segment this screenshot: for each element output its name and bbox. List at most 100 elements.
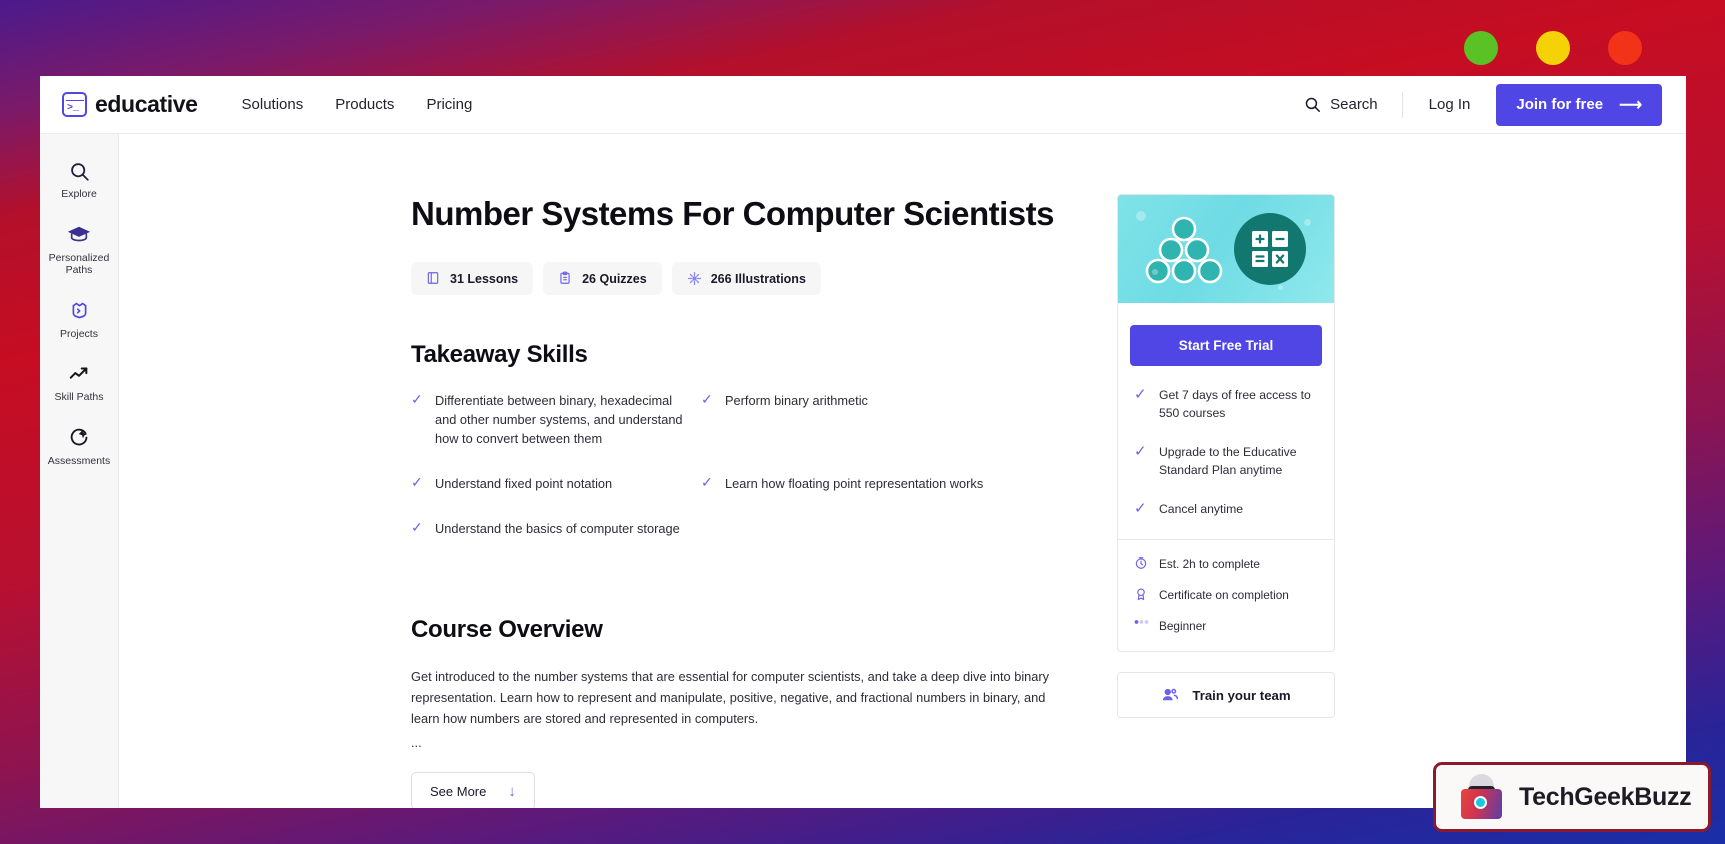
course-main-column: Number Systems For Computer Scientists 3… [411,194,1071,808]
trial-card: Start Free Trial ✓ Get 7 days of free ac… [1117,194,1335,652]
search-icon [67,159,91,183]
perk-item: ✓ Get 7 days of free access to 550 cours… [1118,386,1334,422]
meta-certificate: Certificate on completion [1134,587,1320,602]
sidebar-label-skill-paths: Skill Paths [54,391,104,403]
perk-item: ✓ Cancel anytime [1118,500,1334,518]
login-button[interactable]: Log In [1403,96,1497,113]
illustration-icon [687,271,702,286]
meta-level: Beginner [1134,618,1320,633]
stat-quizzes-value: 26 Quizzes [582,271,647,286]
window-body: Explore Personalized Paths Projects Skil… [40,134,1686,808]
stat-lessons: 31 Lessons [411,262,534,295]
meta-duration: Est. 2h to complete [1134,556,1320,571]
nav-right-group: Search Log In Join for free ⟶ [1304,83,1686,126]
arrow-down-icon: ↓ [508,782,516,800]
course-overview-text: Get introduced to the number systems tha… [411,669,1050,726]
skill-item: ✓ Differentiate between binary, hexadeci… [411,391,701,448]
page-title: Number Systems For Computer Scientists [411,195,1055,232]
check-icon: ✓ [411,391,423,407]
award-icon [1134,587,1149,602]
skill-item: ✓ Perform binary arithmetic [701,391,1071,448]
see-more-button[interactable]: See More ↓ [411,772,535,808]
perk-text: Cancel anytime [1159,502,1243,516]
sidebar-label-projects: Projects [60,327,98,340]
nav-link-pricing[interactable]: Pricing [426,96,472,113]
arrow-right-icon: ⟶ [1619,96,1642,114]
nav-link-products[interactable]: Products [335,96,394,113]
takeaway-skills-grid: ✓ Differentiate between binary, hexadeci… [411,391,1071,564]
sidebar-item-skill-paths[interactable]: Skill Paths [40,353,119,413]
check-icon: ✓ [701,474,713,490]
skill-item: ✓ Understand fixed point notation [411,474,701,493]
course-sidebar-column: Start Free Trial ✓ Get 7 days of free ac… [1117,194,1335,808]
calculator-spheres-icon [1145,213,1306,285]
logo-eye [1474,795,1487,809]
start-free-trial-button[interactable]: Start Free Trial [1130,325,1322,366]
window-titlebar [26,20,1700,76]
check-icon: ✓ [411,474,423,490]
check-icon: ✓ [1134,500,1147,517]
perk-item: ✓ Upgrade to the Educative Standard Plan… [1118,443,1334,479]
skill-text: Learn how floating point representation … [725,476,984,491]
code-folder-icon [67,299,91,323]
takeaway-skills-heading: Takeaway Skills [411,341,588,368]
level-dots [1134,620,1149,624]
stat-illustrations: 266 Illustrations [671,262,821,295]
sidebar-item-projects[interactable]: Projects [40,290,119,350]
window-maximize-button[interactable] [1536,31,1570,65]
meta-duration-text: Est. 2h to complete [1159,556,1260,571]
stat-illustrations-value: 266 Illustrations [710,271,806,286]
graduation-cap-icon [67,223,91,247]
sidebar-item-assessments[interactable]: Assessments [40,417,119,477]
techgeekbuzz-logo-icon [1458,773,1505,821]
skill-text: Understand fixed point notation [435,476,613,491]
sidebar-item-personalized-paths[interactable]: Personalized Paths [40,214,119,286]
users-icon [1161,686,1179,704]
educative-logo[interactable]: >_ educative [62,91,198,118]
skill-text: Understand the basics of computer storag… [435,521,680,536]
top-navigation-bar: >_ educative Solutions Products Pricing … [40,76,1686,134]
level-icon [1134,618,1149,633]
clock-icon [1134,556,1149,571]
skill-text: Perform binary arithmetic [725,393,868,408]
sidebar-item-explore[interactable]: Explore [40,150,119,210]
course-page: Number Systems For Computer Scientists 3… [119,134,1686,808]
book-icon [426,271,441,286]
trending-up-icon [67,362,91,386]
course-stats: 31 Lessons 26 Quizzes 266 Illustrations [411,262,1071,295]
desktop-background: >_ educative Solutions Products Pricing … [0,0,1725,844]
skill-item: ✓ Understand the basics of computer stor… [411,519,701,538]
primary-nav-links: Solutions Products Pricing [242,96,473,113]
meta-level-text: Beginner [1159,618,1207,633]
stat-quizzes: 26 Quizzes [543,262,662,295]
join-for-free-button[interactable]: Join for free ⟶ [1496,83,1662,126]
search-label: Search [1330,96,1378,113]
meta-certificate-text: Certificate on completion [1159,587,1289,602]
join-label: Join for free [1516,96,1604,113]
clipboard-icon [558,271,573,286]
sidebar-label-personalized-paths: Personalized Paths [48,251,110,277]
sidebar-label-explore: Explore [61,188,97,200]
perk-text: Get 7 days of free access to 550 courses [1159,388,1311,420]
course-thumbnail [1118,195,1334,303]
left-sidebar: Explore Personalized Paths Projects Skil… [40,134,119,808]
train-your-team-button[interactable]: Train your team [1117,672,1335,718]
search-icon [1305,97,1321,112]
check-icon: ✓ [1134,386,1147,403]
check-icon: ✓ [701,391,713,407]
search-button[interactable]: Search [1304,96,1402,113]
terminal-chevron-icon: >_ [67,103,80,114]
train-your-team-label: Train your team [1192,687,1291,703]
course-overview-heading: Course Overview [411,616,603,643]
skill-item: ✓ Learn how floating point representatio… [701,474,1071,493]
window-close-button[interactable] [1608,31,1642,65]
browser-window: >_ educative Solutions Products Pricing … [40,76,1686,808]
educative-mark-icon: >_ [62,92,87,117]
skill-text: Differentiate between binary, hexadecima… [435,393,683,446]
window-minimize-button[interactable] [1464,31,1498,65]
nav-link-solutions[interactable]: Solutions [242,96,304,113]
sidebar-label-assessments: Assessments [47,454,111,467]
see-more-label: See More [430,783,487,799]
target-icon [67,426,91,450]
techgeekbuzz-watermark: TechGeekBuzz [1433,762,1711,832]
